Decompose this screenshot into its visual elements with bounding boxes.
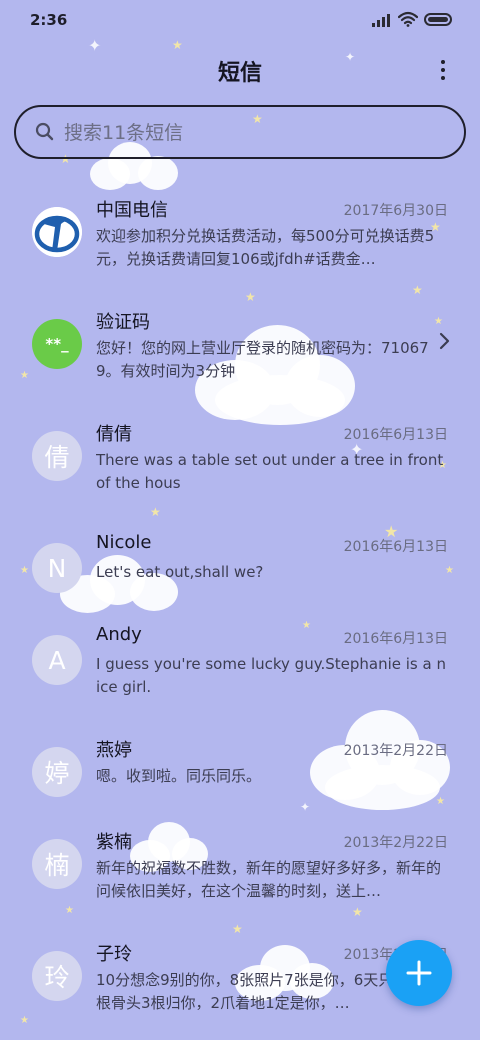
message-date: 2013年2月22日: [343, 743, 448, 759]
contact-name: 紫楠: [96, 832, 132, 853]
contact-name: 倩倩: [96, 424, 132, 445]
contact-name: 中国电信: [96, 200, 168, 221]
message-preview: 欢迎参加积分兑换话费活动，每500分可兑换话费5元，兑换话费请回复106或jfd…: [96, 227, 435, 268]
page-title: 短信: [217, 61, 262, 86]
status-bar: 2:36: [0, 0, 480, 40]
message-date: 2016年6月13日: [343, 539, 448, 555]
message-date: 2013年2月22日: [343, 835, 448, 851]
contact-name: 子玲: [96, 944, 132, 965]
avatar: A: [32, 635, 82, 685]
conversation-row[interactable]: **_ 验证码 您好！您的网上营业厅登录的随机密码为：710679。有效时间为3…: [0, 294, 480, 404]
avatar: 楠: [32, 839, 82, 889]
contact-name: Nicole: [96, 532, 152, 553]
message-preview: 嗯。收到啦。同乐同乐。: [96, 767, 262, 785]
contact-name: Andy: [96, 624, 142, 645]
chevron-right-icon: [439, 332, 450, 350]
search-bar[interactable]: [14, 105, 466, 159]
message-preview: 新年的祝福数不胜数，新年的愿望好多好多，新年的问候依旧美好，在这个温馨的时刻，送…: [96, 859, 442, 900]
search-input[interactable]: [62, 118, 446, 148]
avatar: 倩: [32, 431, 82, 481]
contact-name: 验证码: [96, 312, 150, 333]
signal-icon: [372, 13, 392, 27]
verification-code-avatar: **_: [32, 319, 82, 369]
avatar: 婷: [32, 747, 82, 797]
more-options-icon[interactable]: [432, 56, 454, 84]
message-preview: 您好！您的网上营业厅登录的随机密码为：710679。有效时间为3分钟: [96, 339, 429, 380]
message-date: 2016年6月13日: [343, 631, 448, 647]
wifi-icon: [398, 11, 418, 27]
contact-name: 燕婷: [96, 740, 132, 761]
message-preview: Let's eat out,shall we?: [96, 563, 264, 581]
message-date: 2017年6月30日: [343, 203, 448, 219]
china-telecom-logo-icon: [32, 207, 82, 257]
search-icon: [35, 122, 54, 141]
compose-button[interactable]: [386, 940, 452, 1006]
conversation-row[interactable]: 中国电信 2017年6月30日 欢迎参加积分兑换话费活动，每500分可兑换话费5…: [0, 182, 480, 292]
message-preview: I guess you're some lucky guy.Stephanie …: [96, 655, 446, 696]
conversation-row[interactable]: A Andy 2016年6月13日 I guess you're some lu…: [0, 610, 480, 720]
avatar: 玲: [32, 951, 82, 1001]
battery-icon: [424, 13, 452, 26]
avatar: N: [32, 543, 82, 593]
plus-icon: [406, 960, 432, 986]
conversation-row[interactable]: 倩 倩倩 2016年6月13日 There was a table set ou…: [0, 406, 480, 516]
message-date: 2016年6月13日: [343, 427, 448, 443]
status-time: 2:36: [30, 11, 68, 29]
conversation-row[interactable]: 楠 紫楠 2013年2月22日 新年的祝福数不胜数，新年的愿望好多好多，新年的问…: [0, 814, 480, 924]
message-preview: There was a table set out under a tree i…: [96, 451, 444, 492]
